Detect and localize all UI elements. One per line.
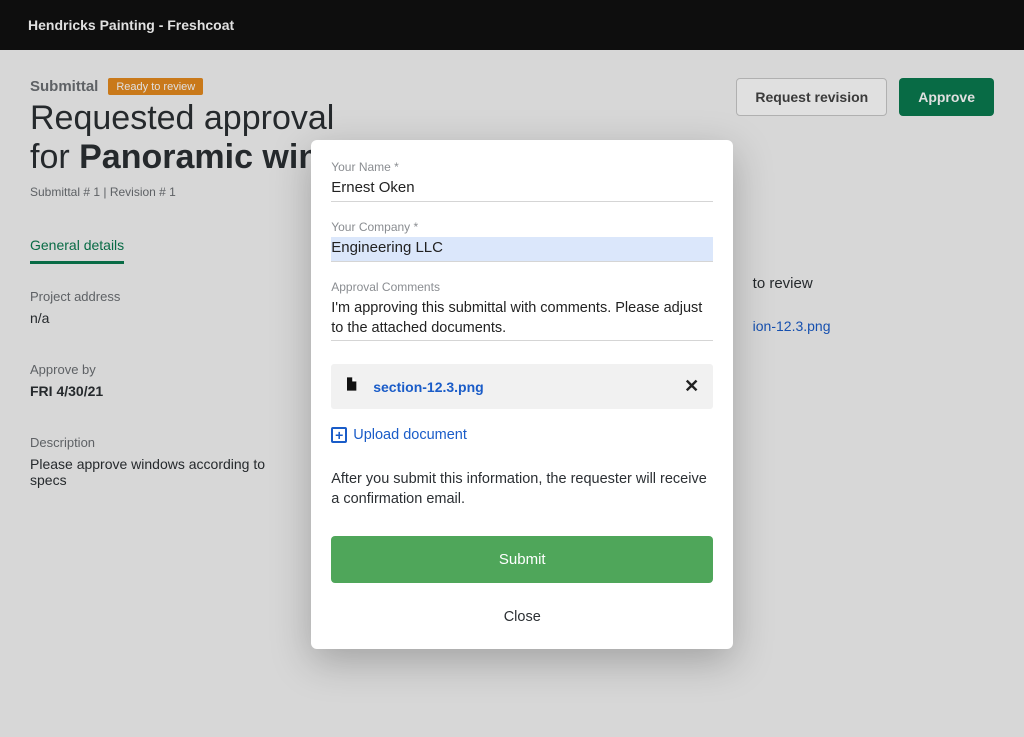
attachment-row: section-12.3.png ✕	[331, 364, 713, 409]
app-title: Hendricks Painting - Freshcoat	[28, 17, 234, 33]
submittal-label-row: Submittal Ready to review	[30, 78, 361, 95]
approve-by-value: FRI 4/30/21	[30, 383, 271, 399]
field-your-company: Your Company *	[331, 220, 713, 262]
close-button[interactable]: Close	[331, 603, 713, 631]
modal-info-text: After you submit this information, the r…	[331, 469, 713, 510]
submit-button[interactable]: Submit	[331, 536, 713, 583]
details-col-left: Project address n/a Approve by FRI 4/30/…	[30, 289, 271, 524]
description-value: Please approve windows according to spec…	[30, 456, 271, 488]
field-description: Description Please approve windows accor…	[30, 435, 271, 488]
header-actions: Request revision Approve	[736, 78, 994, 116]
project-address-value: n/a	[30, 310, 271, 326]
topbar: Hendricks Painting - Freshcoat	[0, 0, 1024, 50]
approval-comments-label: Approval Comments	[331, 280, 713, 294]
approval-comments-input[interactable]	[331, 297, 713, 341]
status-badge: Ready to review	[108, 78, 203, 95]
tab-general-details[interactable]: General details	[30, 229, 124, 264]
project-address-label: Project address	[30, 289, 271, 304]
your-name-input[interactable]	[331, 177, 713, 202]
document-icon	[343, 374, 373, 399]
right-hint-text: to review	[753, 275, 994, 292]
submittal-label: Submittal	[30, 78, 98, 95]
field-approval-comments: Approval Comments	[331, 280, 713, 346]
remove-attachment-button[interactable]: ✕	[682, 376, 701, 397]
approve-by-label: Approve by	[30, 362, 271, 377]
approve-button[interactable]: Approve	[899, 78, 994, 116]
upload-document-label: Upload document	[353, 427, 467, 443]
title-line1: Requested approval	[30, 99, 334, 137]
upload-document-button[interactable]: + Upload document	[331, 427, 713, 443]
field-project-address: Project address n/a	[30, 289, 271, 326]
your-company-label: Your Company *	[331, 220, 713, 234]
right-file-fragment[interactable]: ion-12.3.png	[753, 318, 994, 334]
attachment-link[interactable]: section-12.3.png	[373, 379, 682, 395]
description-label: Description	[30, 435, 271, 450]
plus-icon: +	[331, 427, 347, 443]
your-name-label: Your Name *	[331, 160, 713, 174]
field-approve-by: Approve by FRI 4/30/21	[30, 362, 271, 399]
field-your-name: Your Name *	[331, 160, 713, 202]
request-revision-button[interactable]: Request revision	[736, 78, 887, 116]
title-line2-prefix: for	[30, 138, 79, 176]
approval-modal: Your Name * Your Company * Approval Comm…	[311, 140, 733, 649]
your-company-input[interactable]	[331, 237, 713, 262]
